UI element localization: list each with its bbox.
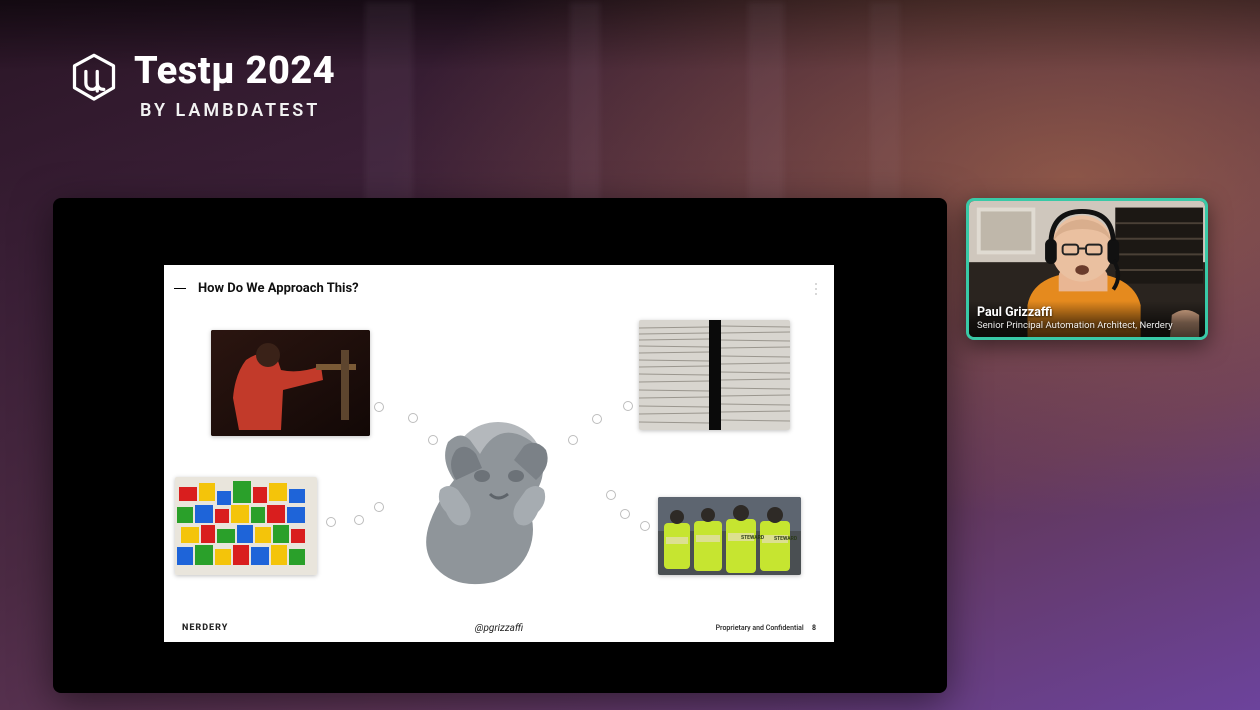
slide-header: How Do We Approach This?: [174, 281, 359, 296]
bg-streak: [570, 2, 600, 222]
slide-menu-icon[interactable]: [812, 283, 820, 295]
slide-content: How Do We Approach This?: [164, 265, 834, 642]
connector-dot: [428, 435, 438, 445]
speaker-lower-third: Paul Grizzaffi Senior Principal Automati…: [969, 301, 1205, 337]
connector-dot: [374, 502, 384, 512]
connector-dot: [326, 517, 336, 527]
connector-dot: [606, 490, 616, 500]
connector-dot: [568, 435, 578, 445]
connector-dot: [623, 401, 633, 411]
slide-title: How Do We Approach This?: [198, 281, 359, 296]
connector-dot: [408, 413, 418, 423]
speaker-title: Senior Principal Automation Architect, N…: [977, 320, 1197, 331]
slide-image-thinker: [386, 420, 596, 590]
connector-dot: [592, 414, 602, 424]
slide-page-number: 8: [812, 624, 816, 632]
svg-text:STEWARD: STEWARD: [774, 536, 798, 542]
slide-image-stewards: STEWARD STEWARD: [658, 497, 801, 575]
slide-footer: NERDERY @pgrizzaffi Proprietary and Conf…: [164, 614, 834, 642]
event-title: Testµ 2024: [134, 52, 335, 90]
slide-confidential: Proprietary and Confidential: [716, 624, 804, 632]
slide-handle: @pgrizzaffi: [475, 623, 523, 634]
connector-dot: [640, 521, 650, 531]
event-subtitle: BY LAMBDATEST: [134, 100, 335, 121]
slide-brand: NERDERY: [182, 623, 228, 633]
slide-image-papers: [639, 320, 790, 430]
bg-streak: [748, 2, 784, 212]
slide-image-worker: [211, 330, 370, 436]
speaker-camera[interactable]: Paul Grizzaffi Senior Principal Automati…: [966, 198, 1208, 340]
slide-image-lego: [175, 477, 317, 575]
testmu-logo-icon: [68, 52, 120, 104]
event-logo: Testµ 2024 BY LAMBDATEST: [68, 52, 335, 121]
connector-dot: [354, 515, 364, 525]
connector-dot: [620, 509, 630, 519]
connector-dot: [374, 402, 384, 412]
presentation-frame: How Do We Approach This?: [53, 198, 947, 693]
slide-title-dash: [174, 288, 186, 289]
speaker-name: Paul Grizzaffi: [977, 305, 1197, 320]
svg-text:STEWARD: STEWARD: [741, 535, 765, 541]
